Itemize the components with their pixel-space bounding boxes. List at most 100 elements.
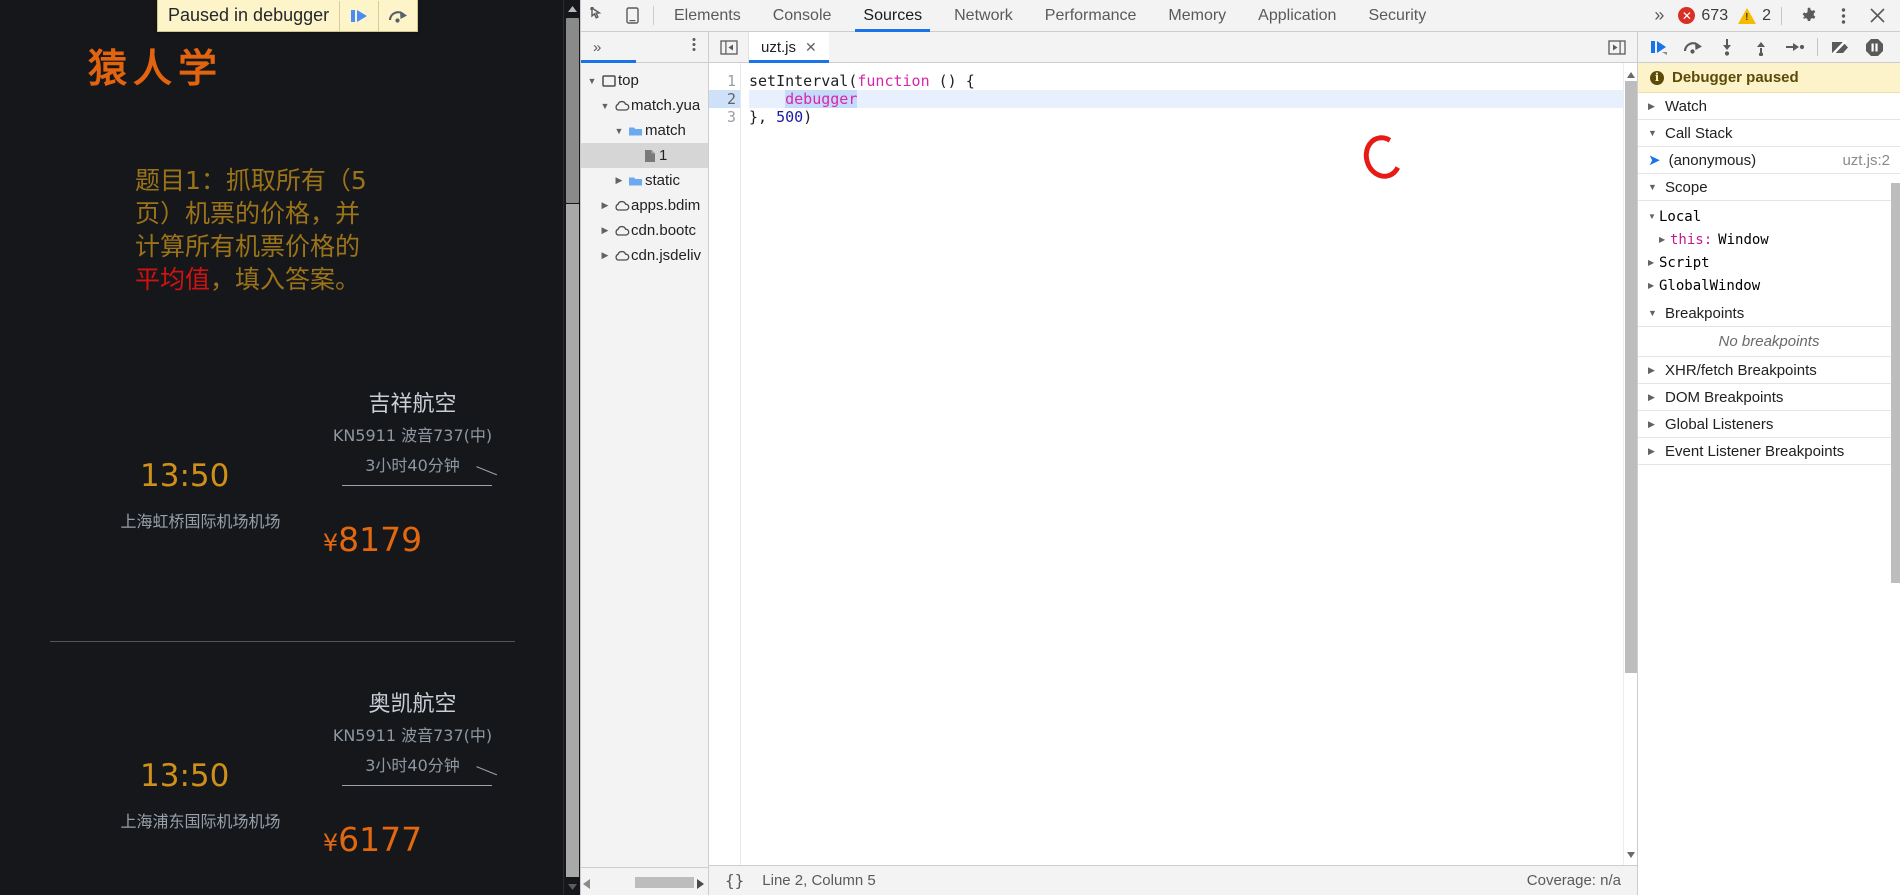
- twisty-icon[interactable]: ▶: [598, 200, 612, 211]
- flight-card[interactable]: 奥凯航空 KN5911 波音737(中) 3小时40分钟 13:50 上海浦东国…: [0, 670, 580, 885]
- navigator-horizontal-scrollbar[interactable]: [581, 867, 708, 895]
- line-number[interactable]: 3: [709, 108, 740, 126]
- pause-on-exceptions-icon[interactable]: [1857, 32, 1891, 62]
- page-scrollbar-track[interactable]: [566, 204, 579, 877]
- tab-security[interactable]: Security: [1352, 0, 1442, 31]
- section-event-listener-breakpoints[interactable]: ▶ Event Listener Breakpoints: [1638, 438, 1900, 465]
- editor-scrollbar-thumb[interactable]: [1625, 81, 1637, 673]
- editor-tab-label: uzt.js: [761, 38, 797, 56]
- section-dom-breakpoints[interactable]: ▶ DOM Breakpoints: [1638, 384, 1900, 411]
- twisty-icon[interactable]: ▶: [612, 175, 626, 186]
- tab-sources[interactable]: Sources: [847, 0, 938, 32]
- twisty-icon[interactable]: ▼: [612, 126, 626, 136]
- scope-global[interactable]: ▶ Global Window: [1638, 274, 1900, 297]
- editor-vertical-scrollbar[interactable]: [1623, 63, 1637, 865]
- close-icon[interactable]: ✕: [805, 39, 817, 56]
- hscrollbar-thumb[interactable]: [635, 877, 694, 888]
- page-scrollbar[interactable]: [563, 0, 580, 895]
- line-number[interactable]: 1: [709, 72, 740, 90]
- twisty-icon[interactable]: ▶: [1648, 258, 1659, 267]
- show-navigator-icon[interactable]: [709, 32, 749, 62]
- tab-application[interactable]: Application: [1242, 0, 1352, 31]
- device-toolbar-icon[interactable]: [615, 0, 649, 31]
- code-line-3[interactable]: }, 500): [749, 108, 1637, 126]
- no-breakpoints-message: No breakpoints: [1638, 327, 1900, 357]
- deactivate-breakpoints-icon[interactable]: [1823, 32, 1857, 62]
- resume-script-icon[interactable]: [339, 0, 378, 31]
- scroll-left-arrow-icon[interactable]: [583, 876, 590, 894]
- gear-icon[interactable]: [1792, 7, 1826, 25]
- section-scope[interactable]: ▼ Scope: [1638, 174, 1900, 201]
- scroll-down-arrow-icon[interactable]: [1627, 845, 1635, 863]
- call-stack-frame[interactable]: ➤ (anonymous) uzt.js:2: [1638, 147, 1900, 174]
- tree-item-apps-bdimg[interactable]: ▶ apps.bdim: [581, 193, 708, 218]
- tab-performance[interactable]: Performance: [1029, 0, 1153, 31]
- twisty-icon[interactable]: ▶: [1648, 281, 1659, 290]
- flight-card[interactable]: 吉祥航空 KN5911 波音737(中) 3小时40分钟 13:50 上海虹桥国…: [0, 370, 580, 585]
- section-global-listeners[interactable]: ▶ Global Listeners: [1638, 411, 1900, 438]
- source-code[interactable]: setInterval(function () { debugger }, 50…: [741, 63, 1637, 865]
- section-breakpoints[interactable]: ▼ Breakpoints: [1638, 300, 1900, 327]
- line-number-gutter[interactable]: 1 2 3: [709, 63, 741, 865]
- twisty-icon[interactable]: ▶: [1648, 446, 1658, 457]
- scope-script[interactable]: ▶ Script: [1638, 251, 1900, 274]
- twisty-icon[interactable]: ▶: [1648, 419, 1658, 430]
- pretty-print-icon[interactable]: {}: [725, 871, 744, 890]
- twisty-icon[interactable]: ▶: [1659, 235, 1670, 244]
- step-over-icon[interactable]: [1676, 32, 1710, 62]
- twisty-icon[interactable]: ▶: [1648, 365, 1658, 376]
- line-number[interactable]: 2: [709, 90, 740, 108]
- hscrollbar-track[interactable]: [593, 877, 694, 888]
- twisty-icon[interactable]: ▼: [585, 76, 599, 86]
- scroll-down-arrow-icon[interactable]: [564, 878, 580, 895]
- twisty-icon[interactable]: ▼: [1648, 212, 1659, 221]
- resume-script-icon[interactable]: [1642, 32, 1676, 62]
- code-area[interactable]: 1 2 3 setInterval(function () { debugger…: [709, 63, 1637, 865]
- tree-item-match-yuanrenxue[interactable]: ▼ match.yua: [581, 93, 708, 118]
- inspect-element-icon[interactable]: [581, 0, 615, 31]
- twisty-icon[interactable]: ▼: [1648, 128, 1658, 138]
- tab-console[interactable]: Console: [757, 0, 848, 31]
- navigator-kebab-menu-icon[interactable]: [692, 37, 708, 57]
- tab-network[interactable]: Network: [938, 0, 1029, 31]
- tab-elements[interactable]: Elements: [658, 0, 757, 31]
- tree-item-top[interactable]: ▼ top: [581, 68, 708, 93]
- twisty-icon[interactable]: ▶: [1648, 101, 1658, 112]
- tree-item-label: top: [618, 72, 639, 89]
- close-icon[interactable]: [1860, 8, 1894, 23]
- scroll-up-arrow-icon[interactable]: [564, 0, 580, 17]
- step-over-icon[interactable]: [378, 0, 417, 31]
- twisty-icon[interactable]: ▶: [1648, 392, 1658, 403]
- tree-item-cdn-jsdelivr[interactable]: ▶ cdn.jsdeliv: [581, 243, 708, 268]
- console-warning-count[interactable]: 2: [1738, 7, 1771, 25]
- page-scrollbar-thumb[interactable]: [566, 18, 579, 203]
- more-tabs-icon[interactable]: »: [1640, 5, 1678, 26]
- section-call-stack[interactable]: ▼ Call Stack: [1638, 120, 1900, 147]
- console-error-count[interactable]: ✕ 673: [1678, 7, 1728, 25]
- scope-this[interactable]: ▶ this: Window: [1638, 228, 1900, 251]
- step-icon[interactable]: [1778, 32, 1812, 62]
- kebab-menu-icon[interactable]: [1826, 7, 1860, 25]
- scroll-right-arrow-icon[interactable]: [697, 876, 704, 894]
- code-line-1[interactable]: setInterval(function () {: [749, 72, 1637, 90]
- tree-item-1[interactable]: 1: [581, 143, 708, 168]
- twisty-icon[interactable]: ▼: [598, 101, 612, 111]
- twisty-icon[interactable]: ▼: [1648, 182, 1658, 192]
- scope-local[interactable]: ▼ Local: [1638, 205, 1900, 228]
- navigator-more-tabs-icon[interactable]: »: [581, 39, 601, 56]
- section-watch[interactable]: ▶ Watch: [1638, 93, 1900, 120]
- step-out-icon[interactable]: [1744, 32, 1778, 62]
- code-line-2[interactable]: debugger: [749, 90, 1637, 108]
- tree-item-match[interactable]: ▼ match: [581, 118, 708, 143]
- section-xhr-fetch-breakpoints[interactable]: ▶ XHR/fetch Breakpoints: [1638, 357, 1900, 384]
- tree-item-cdn-bootcss[interactable]: ▶ cdn.bootc: [581, 218, 708, 243]
- tree-item-static[interactable]: ▶ static: [581, 168, 708, 193]
- debugger-scrollbar-thumb[interactable]: [1891, 183, 1900, 583]
- tab-memory[interactable]: Memory: [1152, 0, 1242, 31]
- twisty-icon[interactable]: ▶: [598, 225, 612, 236]
- step-into-icon[interactable]: [1710, 32, 1744, 62]
- editor-tab-uzt-js[interactable]: uzt.js ✕: [749, 32, 829, 63]
- show-debugger-icon[interactable]: [1597, 32, 1637, 62]
- twisty-icon[interactable]: ▼: [1648, 308, 1658, 318]
- twisty-icon[interactable]: ▶: [598, 250, 612, 261]
